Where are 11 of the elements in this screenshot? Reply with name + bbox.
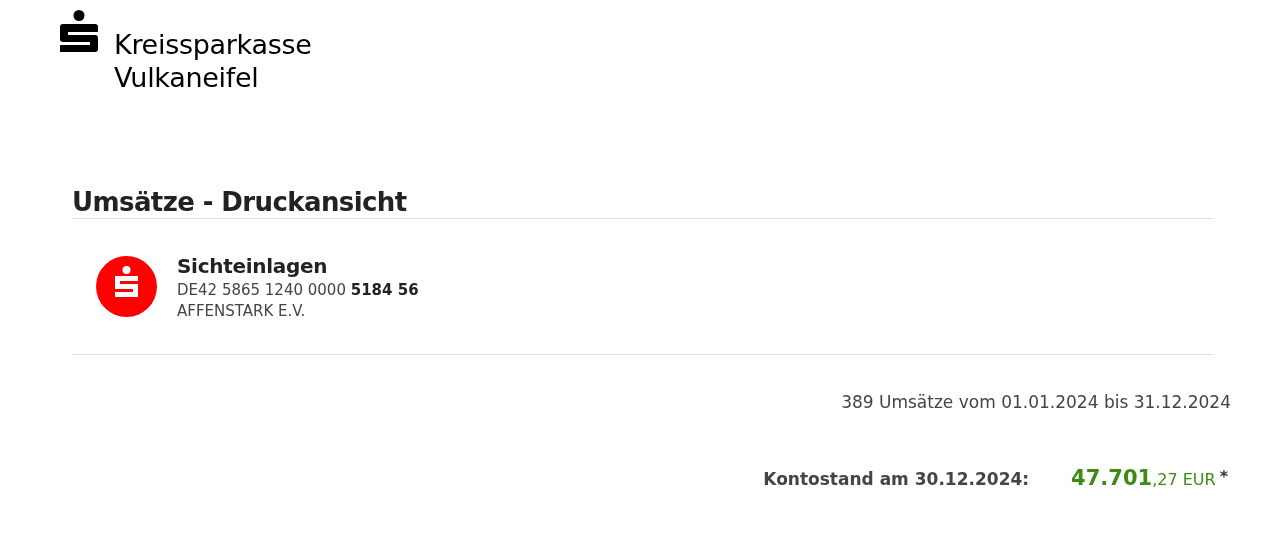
account-name: Sichteinlagen [177,253,329,278]
iban: DE42 5865 1240 0000 5184 56 [177,280,419,299]
account-holder: AFFENSTARK E.V. [177,301,307,320]
bank-name: Kreissparkasse [114,28,312,61]
balance-amount: 47.701,27 EUR [1071,466,1216,490]
balance-label: Kontostand am 30.12.2024: [763,469,1030,489]
footnote-mark: * [1219,467,1228,486]
page-title: Umsätze - Druckansicht [72,186,408,218]
bank-name: Vulkaneifel [114,61,260,94]
transaction-summary: 389 Umsätze vom 01.01.2024 bis 31.12.2024 [841,392,1231,412]
sparkasse-icon [96,256,157,317]
